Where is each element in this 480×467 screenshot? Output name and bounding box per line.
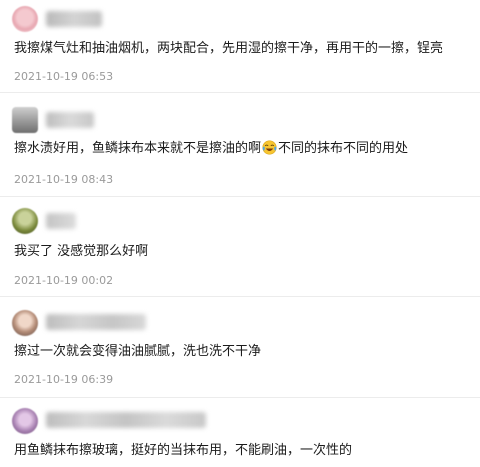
username-blurred[interactable] <box>46 213 76 229</box>
comment-text: 擦水渍好用，鱼鳞抹布本来就不是擦油的啊 不同的抹布不同的用处 <box>14 140 408 158</box>
comment-timestamp: 2021-10-19 00:02 <box>14 274 114 287</box>
comment-item: 擦水渍好用，鱼鳞抹布本来就不是擦油的啊 不同的抹布不同的用处 2021-10-19… <box>0 93 480 186</box>
comment-item: 我擦煤气灶和抽油烟机，两块配合，先用湿的擦干净，再用干的一擦，锃亮 2021-1… <box>0 0 480 90</box>
avatar[interactable] <box>12 107 38 133</box>
comment-item: 擦过一次就会变得油油腻腻，洗也洗不干净 2021-10-19 06:39 <box>0 297 480 387</box>
comment-item: 我买了 没感觉那么好啊 2021-10-19 00:02 <box>0 197 480 287</box>
comment-text: 擦过一次就会变得油油腻腻，洗也洗不干净 <box>14 344 262 359</box>
comment-text: 我擦煤气灶和抽油烟机，两块配合，先用湿的擦干净，再用干的一擦，锃亮 <box>14 41 444 56</box>
comment-text-part: 不同的抹布不同的用处 <box>278 141 409 156</box>
username-blurred[interactable] <box>46 412 206 428</box>
avatar[interactable] <box>12 408 38 434</box>
comment-timestamp: 2021-10-19 06:39 <box>14 373 114 386</box>
comment-timestamp: 2021-10-19 06:53 <box>14 70 114 83</box>
username-blurred[interactable] <box>46 11 102 27</box>
username-blurred[interactable] <box>46 314 146 330</box>
avatar[interactable] <box>12 310 38 336</box>
avatar[interactable] <box>12 6 38 32</box>
comment-text: 用鱼鳞抹布擦玻璃，挺好的当抹布用，不能刷油，一次性的 <box>14 443 353 458</box>
username-blurred[interactable] <box>46 112 94 128</box>
avatar[interactable] <box>12 208 38 234</box>
comment-item: 用鱼鳞抹布擦玻璃，挺好的当抹布用，不能刷油，一次性的 <box>0 398 480 467</box>
laughing-crying-emoji-icon <box>262 140 277 155</box>
comment-text: 我买了 没感觉那么好啊 <box>14 244 149 259</box>
comment-text-part: 擦水渍好用，鱼鳞抹布本来就不是擦油的啊 <box>14 141 262 156</box>
comment-timestamp: 2021-10-19 08:43 <box>14 173 114 186</box>
